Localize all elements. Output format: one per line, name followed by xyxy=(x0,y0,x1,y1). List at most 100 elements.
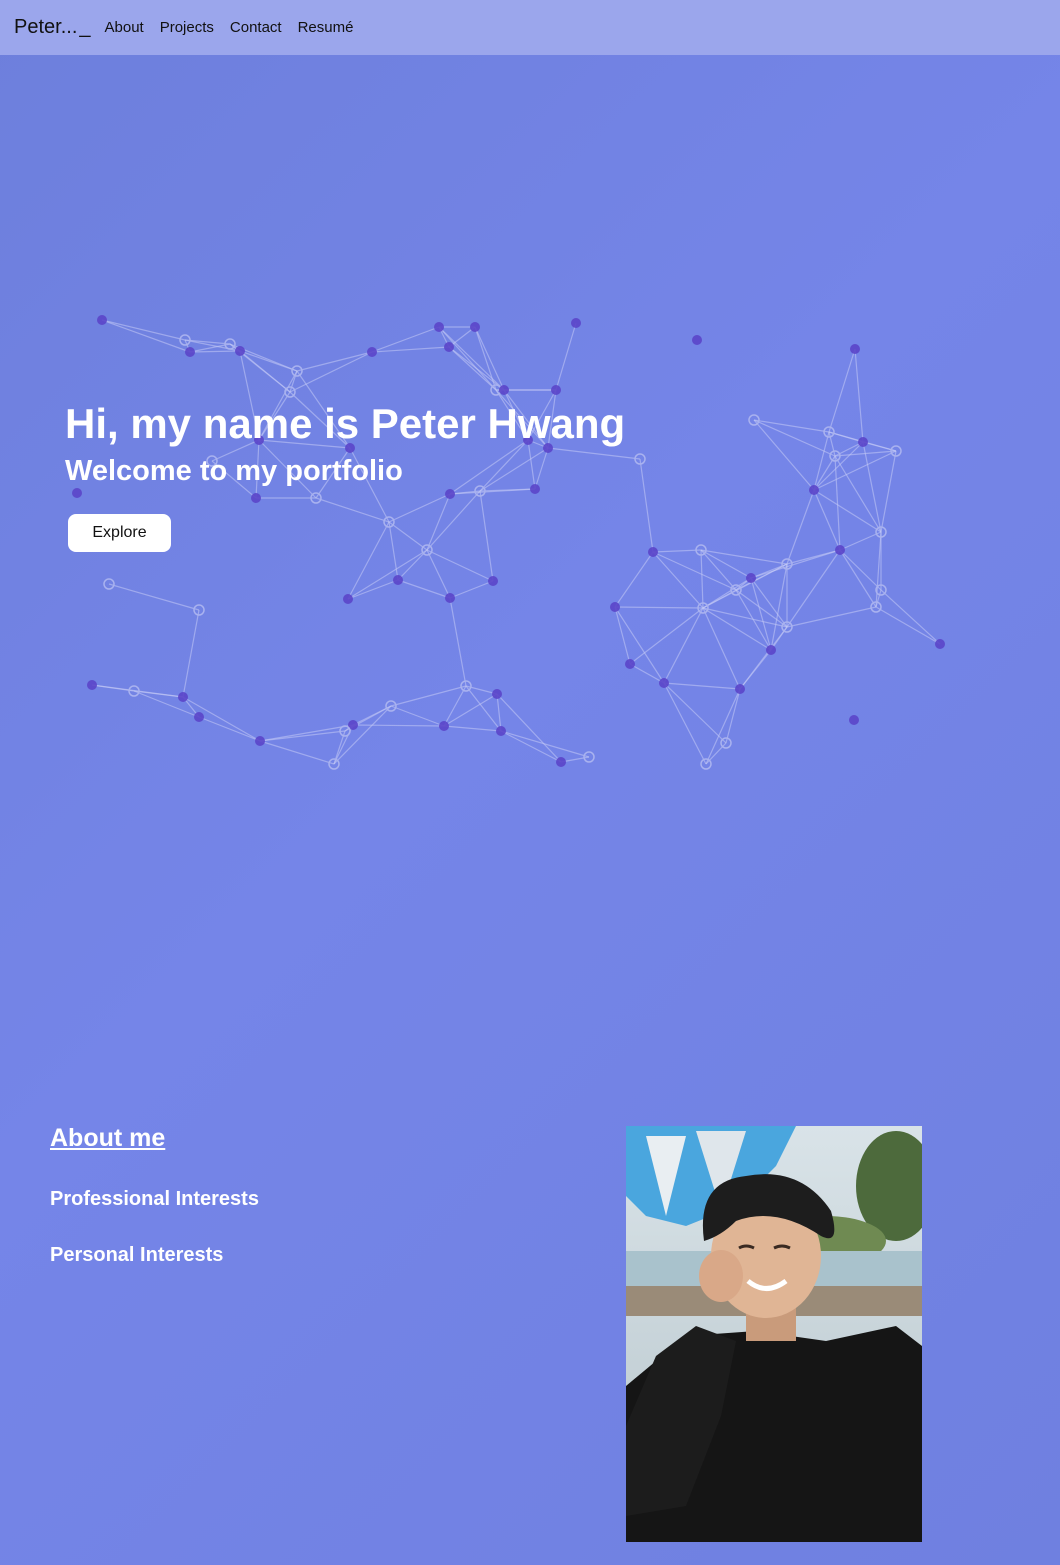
network-link xyxy=(750,549,841,579)
network-link xyxy=(700,549,704,609)
hero-title: Hi, my name is Peter Hwang xyxy=(65,400,626,447)
network-link xyxy=(443,693,498,727)
network-link xyxy=(443,725,502,732)
network-node xyxy=(610,602,620,612)
network-link xyxy=(750,563,788,579)
network-node xyxy=(194,712,204,722)
network-node xyxy=(97,315,107,325)
nav-link-about[interactable]: About xyxy=(105,19,144,36)
network-link xyxy=(753,419,815,491)
nav-link-projects[interactable]: Projects xyxy=(160,19,214,36)
network-node xyxy=(935,639,945,649)
network-link xyxy=(438,326,497,391)
network-link xyxy=(198,716,261,742)
explore-button[interactable]: Explore xyxy=(68,514,171,552)
network-node xyxy=(835,545,845,555)
network-link xyxy=(296,351,373,372)
network-node xyxy=(251,493,261,503)
network-link xyxy=(663,682,707,765)
network-link xyxy=(753,419,830,433)
network-link xyxy=(388,521,428,551)
network-link xyxy=(702,607,741,690)
network-link xyxy=(101,319,186,341)
network-node xyxy=(255,736,265,746)
network-link xyxy=(182,609,200,698)
network-node xyxy=(488,576,498,586)
network-link xyxy=(629,663,665,684)
network-link xyxy=(438,326,505,391)
network-link xyxy=(663,607,704,684)
network-link xyxy=(629,607,704,665)
network-link xyxy=(639,458,654,553)
network-node xyxy=(766,645,776,655)
hero-subtitle: Welcome to my portfolio xyxy=(65,455,403,487)
brand-logo[interactable]: Peter... xyxy=(14,16,77,39)
network-link xyxy=(184,339,231,345)
network-link xyxy=(390,705,445,727)
network-link xyxy=(496,693,562,763)
network-link xyxy=(705,688,741,765)
network-link xyxy=(426,490,481,551)
network-node xyxy=(444,342,454,352)
network-link xyxy=(614,606,631,665)
network-link xyxy=(652,551,704,609)
network-node xyxy=(849,715,859,725)
network-link xyxy=(479,490,494,582)
network-link xyxy=(663,682,727,744)
network-link xyxy=(101,319,191,353)
professional-interests-heading: Professional Interests xyxy=(50,1188,259,1210)
network-node xyxy=(551,385,561,395)
network-link xyxy=(448,346,505,391)
network-link xyxy=(880,589,941,645)
network-link xyxy=(875,531,882,608)
network-node xyxy=(445,489,455,499)
network-link xyxy=(259,740,335,765)
network-link xyxy=(259,724,354,742)
profile-photo xyxy=(626,1126,922,1542)
network-link xyxy=(663,682,741,690)
network-link xyxy=(828,348,856,433)
network-node xyxy=(393,575,403,585)
network-link xyxy=(652,551,737,591)
network-link xyxy=(813,489,882,533)
network-link xyxy=(449,580,494,599)
network-link xyxy=(786,606,877,628)
network-link xyxy=(862,441,882,533)
navbar: Peter... _ About Projects Contact Resumé xyxy=(0,0,1060,55)
nav-link-resume[interactable]: Resumé xyxy=(298,19,354,36)
network-link xyxy=(352,724,445,727)
network-link xyxy=(735,563,788,591)
nav-links: About Projects Contact Resumé xyxy=(105,19,370,36)
network-node xyxy=(496,726,506,736)
network-link xyxy=(347,549,428,600)
network-link xyxy=(259,730,346,742)
network-link xyxy=(426,549,494,582)
network-link xyxy=(839,549,877,608)
personal-interests-heading: Personal Interests xyxy=(50,1244,224,1266)
network-node xyxy=(470,322,480,332)
network-link xyxy=(474,326,505,391)
network-node xyxy=(185,347,195,357)
network-node xyxy=(692,335,702,345)
network-link xyxy=(813,489,841,551)
network-node xyxy=(235,346,245,356)
about-heading: About me xyxy=(50,1124,166,1152)
network-link xyxy=(786,489,815,565)
network-link xyxy=(614,606,665,684)
network-link xyxy=(449,597,467,687)
network-node xyxy=(850,344,860,354)
network-node xyxy=(72,488,82,498)
network-link xyxy=(753,419,836,457)
network-node xyxy=(499,385,509,395)
network-link xyxy=(875,606,941,645)
network-node xyxy=(571,318,581,328)
network-node xyxy=(439,721,449,731)
network-link xyxy=(496,693,502,732)
network-node xyxy=(367,347,377,357)
network-link xyxy=(834,455,882,533)
network-node xyxy=(809,485,819,495)
network-link xyxy=(652,549,702,553)
nav-link-contact[interactable]: Contact xyxy=(230,19,282,36)
network-node xyxy=(87,680,97,690)
network-node xyxy=(178,692,188,702)
